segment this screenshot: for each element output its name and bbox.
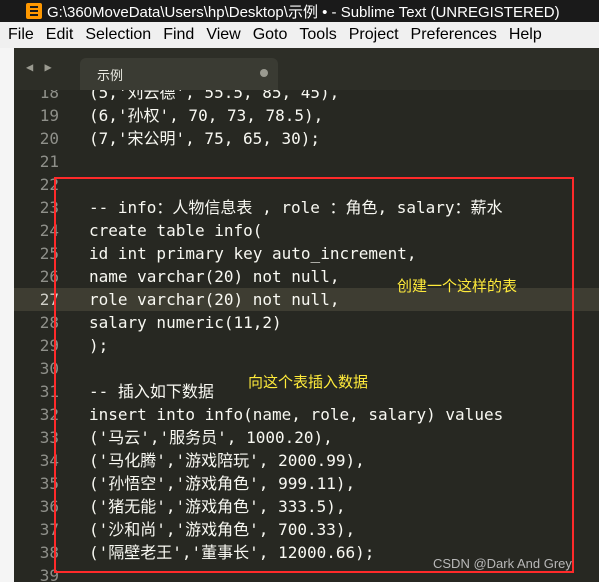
title-bar: G:\360MoveData\Users\hp\Desktop\示例 • - S… bbox=[0, 0, 599, 22]
code-text: ('马化腾','游戏陪玩', 2000.99), bbox=[89, 451, 365, 470]
menu-selection[interactable]: Selection bbox=[79, 26, 157, 44]
code-line[interactable]: 33 ('马云','服务员', 1000.20), bbox=[14, 426, 599, 449]
code-text: ('隔壁老王','董事长', 12000.66); bbox=[89, 543, 375, 562]
line-number: 34 bbox=[39, 451, 59, 470]
tab-example[interactable]: 示例 bbox=[80, 58, 278, 90]
menu-goto[interactable]: Goto bbox=[247, 26, 294, 44]
line-number: 30 bbox=[39, 359, 59, 378]
menu-file[interactable]: File bbox=[0, 26, 40, 44]
line-number: 19 bbox=[39, 106, 59, 125]
code-editor[interactable]: 18 (5,'刘云德', 55.5, 85, 45), 19 (6,'孙权', 70,… bbox=[14, 90, 599, 582]
window-title: G:\360MoveData\Users\hp\Desktop\示例 • - S… bbox=[47, 3, 560, 21]
tab-nav-arrows-icon[interactable]: ◀ ▶ bbox=[26, 60, 54, 74]
code-line[interactable]: 18 (5,'刘云德', 55.5, 85, 45), bbox=[14, 90, 599, 104]
menu-preferences[interactable]: Preferences bbox=[405, 26, 503, 44]
code-line[interactable]: 24 create table info( bbox=[14, 219, 599, 242]
line-number: 23 bbox=[39, 198, 59, 217]
code-text: -- 插入如下数据 bbox=[89, 382, 214, 401]
menu-find[interactable]: Find bbox=[157, 26, 200, 44]
line-number: 38 bbox=[39, 543, 59, 562]
code-line[interactable]: 28 salary numeric(11,2) bbox=[14, 311, 599, 334]
background-window-strip bbox=[0, 48, 14, 582]
menu-edit[interactable]: Edit bbox=[40, 26, 80, 44]
code-line[interactable]: 34 ('马化腾','游戏陪玩', 2000.99), bbox=[14, 449, 599, 472]
line-number: 31 bbox=[39, 382, 59, 401]
line-number: 27 bbox=[39, 290, 59, 309]
code-text: ('猪无能','游戏角色', 333.5), bbox=[89, 497, 346, 516]
code-text: insert into info(name, role, salary) val… bbox=[89, 405, 504, 424]
menu-view[interactable]: View bbox=[200, 26, 246, 44]
code-text: -- info：人物信息表 , role ：角色, salary：薪水 bbox=[89, 198, 503, 217]
code-line[interactable]: 23 -- info：人物信息表 , role ：角色, salary：薪水 bbox=[14, 196, 599, 219]
code-line[interactable]: 20 (7,'宋公明', 75, 65, 30); bbox=[14, 127, 599, 150]
code-text: ); bbox=[89, 336, 109, 355]
menu-bar: File Edit Selection Find View Goto Tools… bbox=[0, 22, 599, 49]
menu-tools[interactable]: Tools bbox=[293, 26, 342, 44]
code-line[interactable]: 21 bbox=[14, 150, 599, 173]
line-number: 24 bbox=[39, 221, 59, 240]
line-number: 35 bbox=[39, 474, 59, 493]
code-line[interactable]: 22 bbox=[14, 173, 599, 196]
tab-label: 示例 bbox=[97, 67, 124, 83]
code-line[interactable]: 19 (6,'孙权', 70, 73, 78.5), bbox=[14, 104, 599, 127]
menu-project[interactable]: Project bbox=[343, 26, 405, 44]
tab-bar: ◀ ▶ 示例 bbox=[14, 48, 599, 90]
line-number: 22 bbox=[39, 175, 59, 194]
line-number: 39 bbox=[39, 566, 59, 582]
code-text: (6,'孙权', 70, 73, 78.5), bbox=[89, 106, 324, 125]
sublime-text-icon bbox=[26, 3, 42, 19]
code-line[interactable]: 36 ('猪无能','游戏角色', 333.5), bbox=[14, 495, 599, 518]
code-text: ('沙和尚','游戏角色', 700.33), bbox=[89, 520, 356, 539]
unsaved-dot-icon[interactable] bbox=[260, 69, 268, 77]
annotation-insert-data: 向这个表插入数据 bbox=[248, 374, 369, 391]
annotation-create-table: 创建一个这样的表 bbox=[397, 278, 518, 295]
line-number: 36 bbox=[39, 497, 59, 516]
code-text: (7,'宋公明', 75, 65, 30); bbox=[89, 129, 321, 148]
line-number: 18 bbox=[39, 90, 59, 102]
code-text: salary numeric(11,2) bbox=[89, 313, 282, 332]
code-text: id int primary key auto_increment, bbox=[89, 244, 417, 263]
code-text: role varchar(20) not null, bbox=[89, 290, 340, 309]
line-number: 28 bbox=[39, 313, 59, 332]
line-number: 21 bbox=[39, 152, 59, 171]
csdn-watermark: CSDN @Dark And Grey bbox=[433, 556, 572, 571]
code-line[interactable]: 35 ('孙悟空','游戏角色', 999.11), bbox=[14, 472, 599, 495]
code-text: (5,'刘云德', 55.5, 85, 45), bbox=[89, 90, 340, 102]
line-number: 25 bbox=[39, 244, 59, 263]
code-text: ('马云','服务员', 1000.20), bbox=[89, 428, 333, 447]
code-line[interactable]: 25 id int primary key auto_increment, bbox=[14, 242, 599, 265]
code-text: name varchar(20) not null, bbox=[89, 267, 340, 286]
code-line[interactable]: 37 ('沙和尚','游戏角色', 700.33), bbox=[14, 518, 599, 541]
line-number: 20 bbox=[39, 129, 59, 148]
code-text: create table info( bbox=[89, 221, 263, 240]
code-line[interactable]: 32 insert into info(name, role, salary) v… bbox=[14, 403, 599, 426]
code-line[interactable]: 29); bbox=[14, 334, 599, 357]
line-number: 29 bbox=[39, 336, 59, 355]
line-number: 33 bbox=[39, 428, 59, 447]
menu-help[interactable]: Help bbox=[503, 26, 548, 44]
code-text: ('孙悟空','游戏角色', 999.11), bbox=[89, 474, 356, 493]
line-number: 37 bbox=[39, 520, 59, 539]
line-number: 32 bbox=[39, 405, 59, 424]
line-number: 26 bbox=[39, 267, 59, 286]
